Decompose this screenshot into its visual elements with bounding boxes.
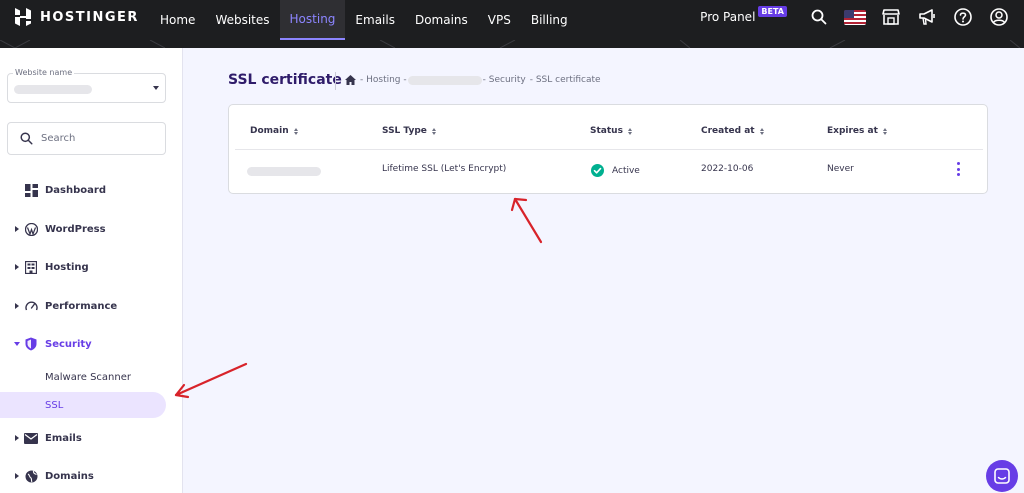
chevron-right-icon	[15, 303, 19, 309]
sidebar-item-label: Performance	[45, 300, 118, 312]
nav-websites[interactable]: Websites	[205, 0, 279, 40]
column-header-label: Expires at	[827, 126, 878, 136]
sidebar-item-label: Domains	[45, 470, 94, 482]
sidebar-subitem-malware-scanner[interactable]: Malware Scanner	[0, 364, 166, 390]
title-divider	[335, 72, 336, 90]
nav-home[interactable]: Home	[150, 0, 205, 40]
column-header-label: Created at	[701, 126, 755, 136]
sidebar-item-label: WordPress	[45, 223, 106, 235]
pro-panel-link[interactable]: Pro Panel BETA	[700, 6, 787, 24]
chevron-right-icon	[15, 473, 19, 479]
sidebar-item-security[interactable]: Security	[0, 333, 183, 355]
help-icon[interactable]	[952, 6, 974, 28]
sort-icon	[431, 127, 436, 135]
ssl-type-cell: Lifetime SSL (Let's Encrypt)	[382, 164, 507, 174]
website-selector[interactable]	[7, 73, 166, 103]
column-header-domain[interactable]: Domain	[250, 126, 298, 136]
column-header-status[interactable]: Status	[590, 126, 632, 136]
ssl-table-card: Domain SSL Type Status Created at Expire…	[228, 104, 988, 194]
column-header-expires-at[interactable]: Expires at	[827, 126, 887, 136]
dashboard-icon	[24, 183, 38, 197]
store-icon[interactable]	[880, 6, 902, 28]
domain-cell-redacted	[247, 167, 321, 176]
hostinger-logo-icon	[15, 8, 31, 26]
sort-icon	[882, 127, 887, 135]
breadcrumb-current: - SSL certificate	[529, 75, 601, 85]
sort-icon	[759, 127, 764, 135]
annotation-arrow-ssl-menu	[174, 362, 248, 399]
search-icon	[20, 132, 33, 145]
sidebar-item-domains[interactable]: Domains	[0, 465, 183, 487]
check-circle-icon	[591, 164, 604, 177]
created-at-cell: 2022-10-06	[701, 164, 754, 174]
globe-icon	[24, 469, 38, 483]
sort-icon	[627, 127, 632, 135]
sidebar-item-dashboard[interactable]: Dashboard	[0, 179, 183, 201]
main-nav: Home Websites Hosting Emails Domains VPS…	[150, 0, 578, 40]
breadcrumb: - Hosting - - Security - SSL certificate	[345, 75, 601, 85]
sidebar-item-label: Dashboard	[45, 184, 106, 196]
megaphone-icon[interactable]	[916, 6, 938, 28]
column-header-ssl-type[interactable]: SSL Type	[382, 126, 436, 136]
chat-support-button[interactable]	[986, 460, 1018, 492]
beta-badge: BETA	[758, 6, 787, 17]
breadcrumb-security[interactable]: - Security	[483, 75, 526, 85]
chevron-right-icon	[15, 226, 19, 232]
website-name-redacted	[14, 85, 92, 94]
column-header-label: SSL Type	[382, 126, 427, 136]
sort-icon	[293, 127, 298, 135]
sidebar-item-hosting[interactable]: Hosting	[0, 256, 183, 278]
sidebar-item-emails[interactable]: Emails	[0, 427, 183, 449]
row-actions-kebab-icon[interactable]	[955, 162, 961, 176]
breadcrumb-domain-redacted	[407, 75, 482, 85]
us-flag-icon[interactable]	[844, 6, 866, 28]
hosting-icon	[24, 260, 38, 274]
nav-hosting[interactable]: Hosting	[279, 0, 346, 40]
wordpress-icon	[24, 222, 38, 236]
status-cell: Active	[591, 164, 640, 177]
nav-emails[interactable]: Emails	[345, 0, 405, 40]
performance-icon	[24, 299, 38, 313]
sidebar-item-performance[interactable]: Performance	[0, 295, 183, 317]
table-divider	[235, 149, 983, 150]
chevron-down-icon	[153, 86, 159, 90]
status-label: Active	[612, 165, 640, 176]
mail-icon	[24, 431, 38, 445]
chevron-right-icon	[15, 264, 19, 270]
sidebar-subitem-ssl[interactable]: SSL	[0, 392, 166, 418]
column-header-label: Domain	[250, 126, 289, 136]
topbar-decoration	[0, 40, 1024, 48]
page-title: SSL certificate	[228, 72, 342, 88]
hostinger-logo[interactable]: HOSTINGER	[14, 8, 139, 26]
sidebar: Website name Dashboard WordPress Hosting…	[0, 48, 183, 493]
breadcrumb-hosting[interactable]: - Hosting -	[360, 75, 407, 85]
sidebar-item-wordpress[interactable]: WordPress	[0, 218, 183, 240]
home-icon[interactable]	[345, 75, 356, 85]
chevron-down-icon	[14, 342, 20, 346]
sidebar-search[interactable]	[7, 122, 166, 155]
nav-billing[interactable]: Billing	[521, 0, 578, 40]
annotation-arrow-ssl-type	[510, 197, 543, 244]
search-icon[interactable]	[808, 6, 830, 28]
shield-icon	[24, 337, 38, 351]
top-right-actions: Pro Panel BETA	[700, 0, 1024, 34]
nav-vps[interactable]: VPS	[478, 0, 521, 40]
chat-icon	[994, 468, 1010, 484]
sidebar-item-label: Security	[45, 338, 92, 350]
account-icon[interactable]	[988, 6, 1010, 28]
column-header-created-at[interactable]: Created at	[701, 126, 764, 136]
sidebar-item-label: Emails	[45, 432, 82, 444]
sidebar-search-input[interactable]	[41, 133, 151, 144]
chevron-right-icon	[15, 435, 19, 441]
pro-panel-label: Pro Panel	[700, 10, 756, 24]
website-selector-label: Website name	[13, 68, 75, 77]
flag-graphic	[844, 9, 866, 25]
column-header-label: Status	[590, 126, 623, 136]
expires-at-cell: Never	[827, 164, 854, 174]
nav-domains[interactable]: Domains	[405, 0, 478, 40]
sidebar-item-label: Hosting	[45, 261, 89, 273]
brand-name: HOSTINGER	[40, 9, 139, 25]
